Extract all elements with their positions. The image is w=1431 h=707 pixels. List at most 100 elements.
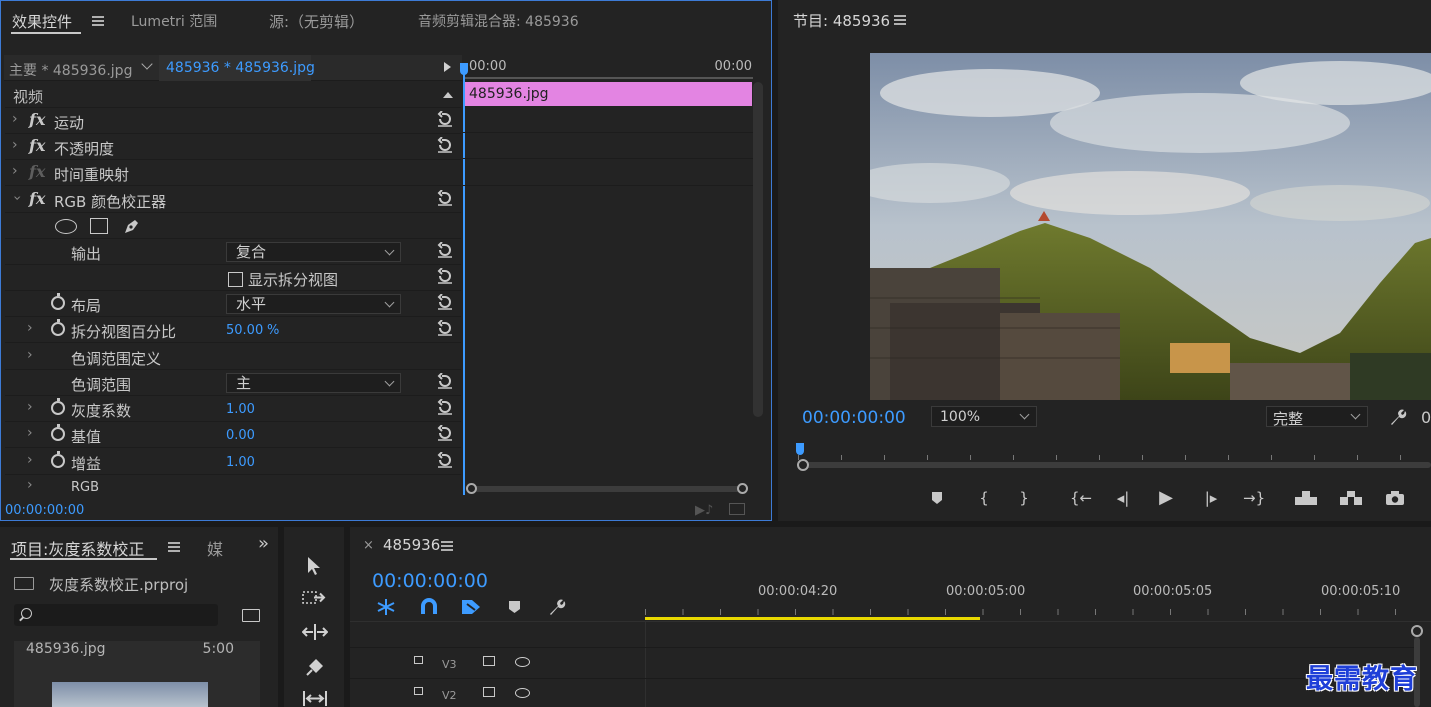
program-monitor-title[interactable]: 节目: 485936 xyxy=(793,10,890,31)
add-marker-icon[interactable] xyxy=(508,600,521,615)
reset-icon[interactable] xyxy=(437,373,453,389)
expand-chevron-icon[interactable]: › xyxy=(27,399,33,415)
fx-icon[interactable]: fx xyxy=(29,189,45,208)
ec-vertical-scrollbar[interactable] xyxy=(753,82,763,417)
go-to-in-icon[interactable]: {← xyxy=(1070,488,1092,508)
audio-loop-icon[interactable]: ▶♪ xyxy=(695,503,713,518)
expand-chevron-icon[interactable]: › xyxy=(12,111,18,127)
reset-icon[interactable] xyxy=(437,137,453,153)
program-playhead-marker[interactable] xyxy=(796,443,804,455)
clip-thumbnail[interactable] xyxy=(52,682,208,707)
vertical-scroll-handle[interactable] xyxy=(1411,625,1423,637)
export-icon[interactable] xyxy=(729,503,745,515)
lock-icon[interactable] xyxy=(414,656,423,664)
project-panel-title[interactable]: 项目:灰度系数校正 xyxy=(11,536,144,560)
new-search-bin-icon[interactable] xyxy=(242,609,260,622)
reset-icon[interactable] xyxy=(437,452,453,468)
clip-selector-chevron-icon[interactable] xyxy=(141,58,153,70)
mark-in-icon[interactable]: { xyxy=(974,488,994,508)
fx-icon[interactable]: fx xyxy=(29,136,45,155)
panel-menu-icon[interactable] xyxy=(441,541,453,551)
step-back-icon[interactable]: ◂| xyxy=(1113,488,1133,508)
lock-icon[interactable] xyxy=(414,687,423,695)
expand-chevron-icon[interactable]: › xyxy=(12,163,18,179)
gain-value[interactable]: 1.00 xyxy=(226,455,255,470)
collapse-up-icon[interactable] xyxy=(443,92,453,98)
timeline-ruler[interactable]: 00:00:04:20 00:00:05:00 00:00:05:05 00:0… xyxy=(645,577,1423,622)
wrench-icon[interactable] xyxy=(1388,407,1408,427)
ripple-edit-tool-icon[interactable] xyxy=(302,622,328,642)
expand-chevron-icon[interactable]: › xyxy=(27,347,33,363)
close-sequence-icon[interactable]: × xyxy=(363,538,374,553)
sequence-tab-name[interactable]: 485936 xyxy=(383,536,440,554)
reset-icon[interactable] xyxy=(437,425,453,441)
fx-icon[interactable]: fx xyxy=(29,110,45,129)
program-scroll-handle[interactable] xyxy=(797,459,809,471)
panel-menu-icon[interactable] xyxy=(894,15,906,25)
tab-source[interactable]: 源:（无剪辑） xyxy=(269,11,364,32)
zoom-dropdown[interactable]: 100% xyxy=(931,406,1037,427)
linked-selection-icon[interactable] xyxy=(460,597,482,617)
timeline-settings-wrench-icon[interactable] xyxy=(547,597,567,617)
stopwatch-icon[interactable] xyxy=(51,424,65,441)
eye-icon[interactable] xyxy=(515,688,530,698)
reset-icon[interactable] xyxy=(437,242,453,258)
nest-toggle-icon[interactable] xyxy=(375,597,397,617)
project-clip-item[interactable]: 485936.jpg 5:00 xyxy=(14,641,260,707)
work-area-bar[interactable] xyxy=(645,617,980,620)
reset-icon[interactable] xyxy=(437,294,453,310)
stopwatch-icon[interactable] xyxy=(51,451,65,468)
effect-rgb-color-corrector-row[interactable]: › fx RGB 颜色校正器 xyxy=(5,187,461,213)
program-scroll-track[interactable] xyxy=(798,462,1431,468)
snap-magnet-icon[interactable] xyxy=(419,597,439,617)
selection-tool-icon[interactable] xyxy=(306,555,322,577)
timeline-timecode[interactable]: 00:00:00:00 xyxy=(372,570,488,592)
reset-icon[interactable] xyxy=(437,190,453,206)
program-video-frame[interactable] xyxy=(870,53,1431,400)
razor-tool-icon[interactable] xyxy=(304,656,326,678)
layout-dropdown[interactable]: 水平 xyxy=(226,294,401,314)
reset-icon[interactable] xyxy=(437,320,453,336)
project-search-input[interactable] xyxy=(14,604,218,626)
overflow-tabs-icon[interactable]: » xyxy=(258,533,269,554)
expand-chevron-icon[interactable]: › xyxy=(27,477,33,493)
track-select-forward-tool-icon[interactable] xyxy=(302,588,328,608)
tab-effect-controls[interactable]: 效果控件 xyxy=(12,11,72,32)
pen-mask-icon[interactable] xyxy=(122,216,142,236)
stopwatch-icon[interactable] xyxy=(51,293,65,310)
ec-playhead-handle[interactable] xyxy=(460,63,468,75)
expand-chevron-icon[interactable]: › xyxy=(12,137,18,153)
tab-audio-clip-mixer[interactable]: 音频剪辑混合器: 485936 xyxy=(418,11,579,31)
extract-icon[interactable] xyxy=(1339,489,1363,507)
show-split-view-checkbox[interactable] xyxy=(228,272,243,287)
split-percent-value[interactable]: 50.00 xyxy=(226,323,263,338)
tonal-range-dropdown[interactable]: 主 xyxy=(226,373,401,393)
stopwatch-icon[interactable] xyxy=(51,319,65,336)
collapse-chevron-icon[interactable]: › xyxy=(9,195,25,201)
effect-motion-row[interactable]: › fx 运动 xyxy=(5,108,461,134)
sync-lock-icon[interactable] xyxy=(483,656,495,666)
tab-media-browser[interactable]: 媒 xyxy=(207,536,223,560)
export-frame-camera-icon[interactable] xyxy=(1385,490,1405,506)
pedestal-value[interactable]: 0.00 xyxy=(226,428,255,443)
reset-icon[interactable] xyxy=(437,399,453,415)
reset-icon[interactable] xyxy=(437,268,453,284)
effect-time-remap-row[interactable]: › fx 时间重映射 xyxy=(5,160,461,186)
play-only-clip-icon[interactable] xyxy=(444,62,451,72)
program-timecode[interactable]: 00:00:00:00 xyxy=(802,408,906,428)
ec-horizontal-scrollbar[interactable] xyxy=(468,486,745,492)
effect-controls-timecode[interactable]: 00:00:00:00 xyxy=(5,503,84,518)
output-dropdown[interactable]: 复合 xyxy=(226,242,401,262)
reset-icon[interactable] xyxy=(437,111,453,127)
expand-chevron-icon[interactable]: › xyxy=(27,425,33,441)
play-icon[interactable]: ▶ xyxy=(1156,488,1176,508)
expand-chevron-icon[interactable]: › xyxy=(27,452,33,468)
panel-menu-icon[interactable] xyxy=(168,542,180,552)
slip-tool-icon[interactable] xyxy=(301,690,329,707)
program-ruler[interactable] xyxy=(796,443,1431,473)
quality-dropdown[interactable]: 完整 xyxy=(1266,406,1368,428)
step-forward-icon[interactable]: |▸ xyxy=(1201,488,1221,508)
ellipse-mask-icon[interactable] xyxy=(55,219,77,234)
effect-opacity-row[interactable]: › fx 不透明度 xyxy=(5,134,461,160)
sequence-clip-label[interactable]: 485936 * 485936.jpg xyxy=(166,60,315,76)
